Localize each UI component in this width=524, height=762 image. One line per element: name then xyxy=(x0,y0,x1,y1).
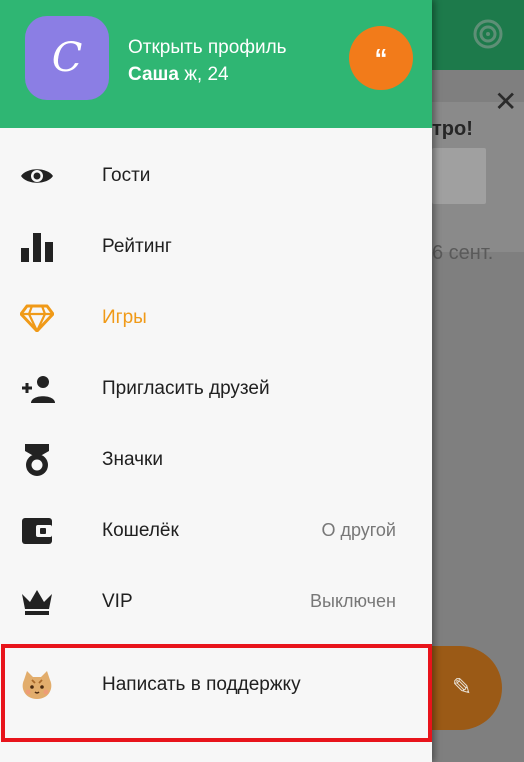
quote-button[interactable]: “ xyxy=(349,26,413,90)
spiral-icon[interactable] xyxy=(472,18,504,50)
menu-value-wallet: О другой xyxy=(321,520,396,540)
bar-chart-icon xyxy=(18,228,56,266)
diamond-icon xyxy=(18,299,56,337)
background-snippet: тро! xyxy=(432,118,473,140)
menu-item-guests[interactable]: Гости xyxy=(0,140,432,211)
profile-summary: Саша ж, 24 xyxy=(128,64,229,86)
open-profile-link[interactable]: Открыть профиль xyxy=(128,37,287,59)
quote-icon: “ xyxy=(374,42,388,73)
menu-item-rating[interactable]: Рейтинг xyxy=(0,211,432,282)
eye-icon xyxy=(18,157,56,195)
badge-icon xyxy=(18,441,56,479)
avatar[interactable]: С xyxy=(25,16,109,100)
add-person-icon xyxy=(18,370,56,408)
menu-label-vip: VIP xyxy=(102,590,133,612)
avatar-letter: С xyxy=(51,35,83,81)
menu-label-guests: Гости xyxy=(102,164,151,186)
menu-item-vip[interactable]: VIP Выключен xyxy=(0,566,432,637)
menu-item-games[interactable]: Игры xyxy=(0,282,432,353)
drawer-menu: Гости Рейтинг Игры Пригласить друзей Зна… xyxy=(0,140,432,720)
profile-header[interactable]: С Открыть профиль Саша ж, 24 “ xyxy=(0,0,432,128)
background-date: 6 сент. xyxy=(432,242,494,264)
support-highlight-frame xyxy=(1,644,432,742)
menu-item-invite-friends[interactable]: Пригласить друзей xyxy=(0,353,432,424)
profile-name: Саша xyxy=(128,64,179,85)
menu-label-badges: Значки xyxy=(102,448,163,470)
menu-value-vip: Выключен xyxy=(310,591,396,611)
close-icon[interactable]: ✕ xyxy=(494,88,517,116)
menu-item-wallet[interactable]: Кошелёк О другой xyxy=(0,495,432,566)
menu-label-invite-friends: Пригласить друзей xyxy=(102,377,270,399)
menu-label-wallet: Кошелёк xyxy=(102,519,179,541)
profile-details: ж, 24 xyxy=(178,64,229,85)
wallet-icon xyxy=(18,512,56,550)
menu-item-badges[interactable]: Значки xyxy=(0,424,432,495)
background-thumbnail xyxy=(432,148,486,204)
crown-icon xyxy=(18,583,56,621)
pencil-icon: ✎ xyxy=(452,674,473,701)
menu-label-rating: Рейтинг xyxy=(102,235,172,257)
menu-label-games: Игры xyxy=(102,306,147,328)
